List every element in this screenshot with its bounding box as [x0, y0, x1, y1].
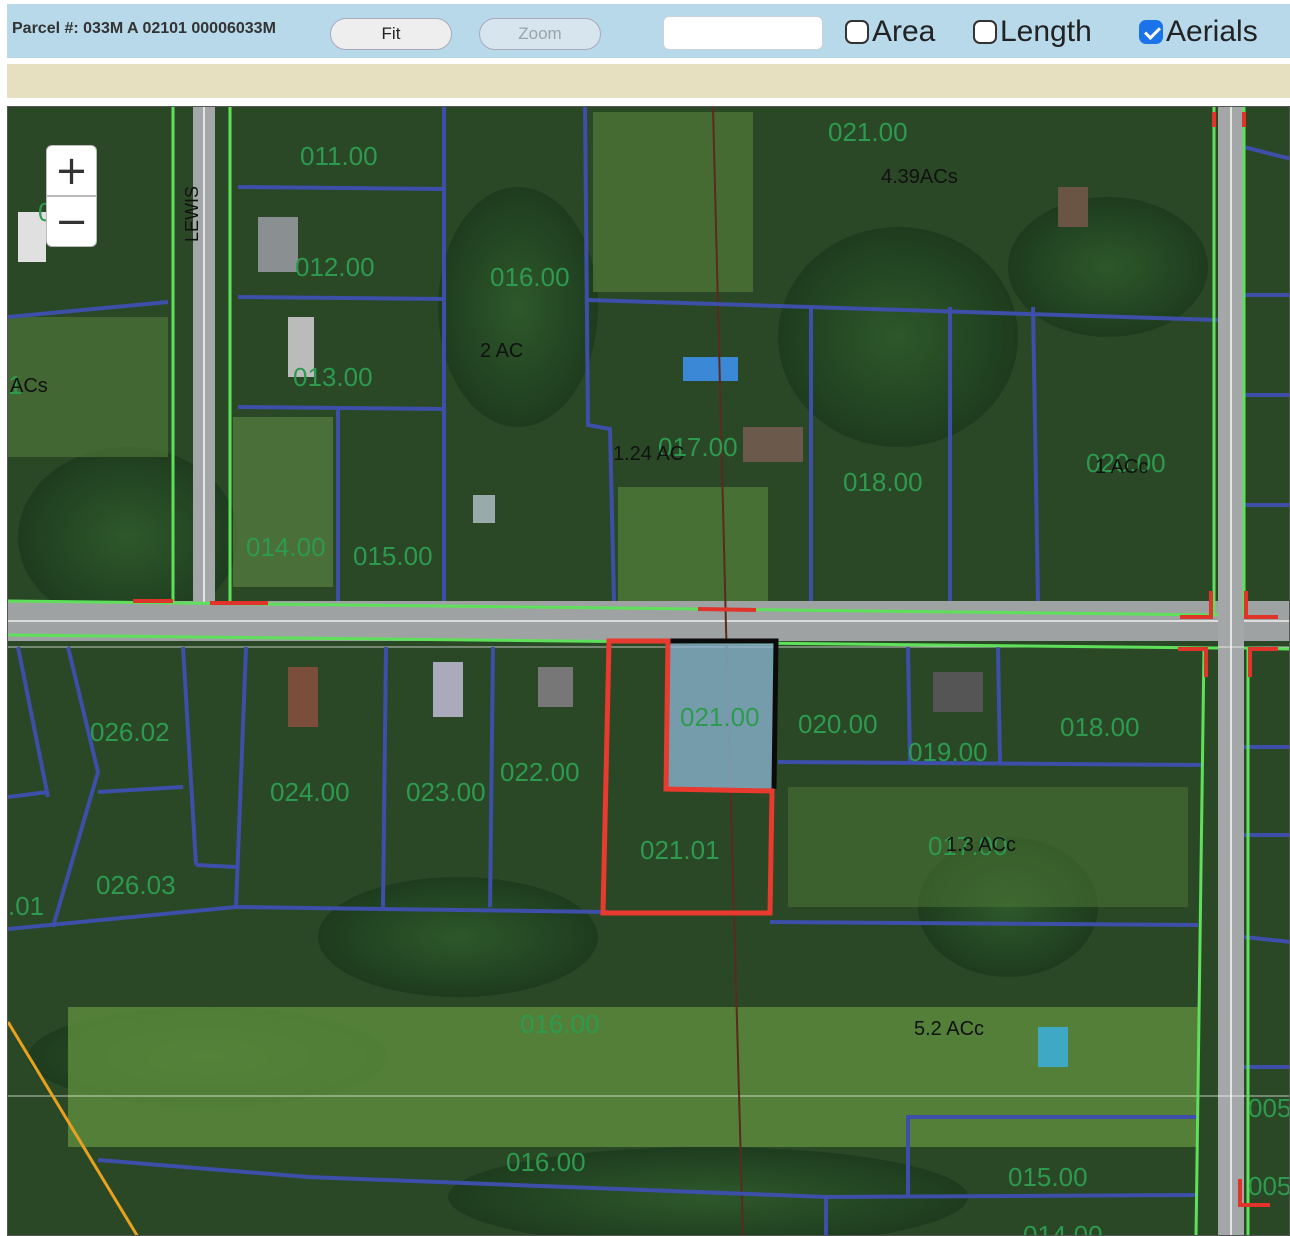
area-checkbox-label: Area [872, 15, 936, 48]
parcel-number-label: 005 [1248, 1171, 1290, 1201]
parcel-number-label: 026.03 [96, 870, 176, 900]
acreage-label: 5.2 ACc [914, 1018, 984, 1040]
acreage-label: 1.3 ACc [946, 834, 1016, 856]
aerials-checkbox[interactable]: Aerials [1139, 12, 1258, 52]
parcel-number-label: .01 [8, 891, 44, 921]
area-checkbox[interactable]: Area [845, 12, 935, 52]
parcel-number-label: 021.00 [680, 702, 760, 732]
acreage-label: 2 AC [480, 340, 523, 362]
parcel-number-label: 016.00 [506, 1147, 586, 1177]
area-checkbox-box[interactable] [845, 20, 869, 44]
parcel-number-label: 018.00 [1060, 712, 1140, 742]
acreage-label: 1.24 AC [613, 443, 684, 465]
parcel-number-label: 026.02 [90, 717, 170, 747]
aerials-checkbox-box[interactable] [1139, 20, 1163, 44]
fit-button[interactable]: Fit [330, 18, 452, 50]
parcel-number-label: 023.00 [406, 777, 486, 807]
parcel-number-label: 015.00 [353, 541, 433, 571]
parcel-number-label: 020.00 [798, 709, 878, 739]
road-label-lewis: LEWIS [182, 186, 202, 242]
parcel-number-label: 012.00 [295, 252, 375, 282]
parcel-number-label: 024.00 [270, 777, 350, 807]
acreage-label: 4.39ACs [881, 166, 958, 188]
map-canvas[interactable]: 011.0000012.00016.00021.00013.00017.0001… [8, 107, 1290, 1236]
map-view[interactable]: 011.0000012.00016.00021.00013.00017.0001… [7, 106, 1290, 1236]
parcel-number-label: Parcel #: 033M A 02101 00006033M [12, 20, 276, 37]
parcel-number-label: 021.01 [640, 835, 720, 865]
parcel-number-label: 014.00 [1023, 1220, 1103, 1236]
length-checkbox-box[interactable] [973, 20, 997, 44]
parcel-number-label: 016.00 [490, 262, 570, 292]
parcel-number-label: 016.00 [520, 1009, 600, 1039]
parcel-number-label: 018.00 [843, 467, 923, 497]
aerials-checkbox-label: Aerials [1166, 15, 1258, 48]
acreage-label: ACs [10, 375, 48, 397]
length-checkbox-label: Length [1000, 15, 1092, 48]
parcel-number-label: 022.00 [500, 757, 580, 787]
parcel-number-label: 005 [1248, 1093, 1290, 1123]
zoom-in-button[interactable]: + [46, 145, 97, 196]
parcel-number-label: 013.00 [293, 362, 373, 392]
status-bar [7, 64, 1290, 98]
zoom-button[interactable]: Zoom [479, 18, 601, 50]
length-checkbox[interactable]: Length [973, 12, 1092, 52]
parcel-number-label: 021.00 [828, 117, 908, 147]
parcel-number-label: 015.00 [1008, 1162, 1088, 1192]
search-input[interactable] [663, 16, 823, 50]
parcel-number-label: 019.00 [908, 737, 988, 767]
parcel-number-label: 014.00 [246, 532, 326, 562]
acreage-label: 1 ACc [1095, 456, 1148, 478]
toolbar: Parcel #: 033M A 02101 00006033M Fit Zoo… [7, 4, 1290, 60]
parcel-number-label: 011.00 [300, 141, 378, 171]
zoom-out-button[interactable]: − [46, 196, 97, 247]
